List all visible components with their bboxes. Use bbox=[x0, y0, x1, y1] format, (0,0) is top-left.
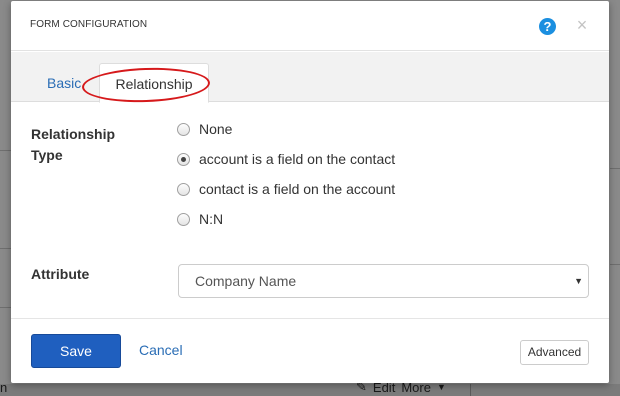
modal-header: FORM CONFIGURATION ? × bbox=[11, 1, 609, 51]
caret-down-icon: ▼ bbox=[436, 382, 446, 392]
advanced-button[interactable]: Advanced bbox=[520, 340, 589, 365]
radio-button-checked[interactable] bbox=[177, 152, 190, 166]
tab-bar: Basic Relationship bbox=[11, 52, 609, 103]
background-divider bbox=[610, 264, 620, 265]
form-configuration-dialog: FORM CONFIGURATION ? × Basic Relationshi… bbox=[11, 1, 609, 383]
radio-label: N:N bbox=[199, 211, 224, 227]
radio-option-none[interactable]: None bbox=[177, 121, 232, 137]
attribute-select[interactable]: Company Name ▼ bbox=[178, 264, 589, 298]
tab-basic[interactable]: Basic bbox=[47, 64, 81, 102]
cancel-button[interactable]: Cancel bbox=[139, 342, 183, 358]
radio-label: contact is a field on the account bbox=[199, 181, 396, 197]
relationship-type-label-line2: Type bbox=[31, 147, 63, 163]
attribute-label: Attribute bbox=[31, 266, 90, 282]
help-icon[interactable]: ? bbox=[539, 18, 556, 35]
save-button[interactable]: Save bbox=[31, 334, 121, 368]
relationship-type-label: Relationship Type bbox=[31, 124, 115, 166]
radio-option-contact-on-account[interactable]: contact is a field on the account bbox=[177, 181, 395, 197]
radio-option-account-on-contact[interactable]: account is a field on the contact bbox=[177, 151, 395, 167]
close-icon[interactable]: × bbox=[575, 15, 589, 35]
radio-option-nn[interactable]: N:N bbox=[177, 211, 223, 227]
radio-label: None bbox=[199, 121, 233, 137]
chevron-down-icon: ▼ bbox=[574, 276, 583, 286]
background-bottom-bar: n ✎ Edit More ▼ bbox=[0, 379, 620, 396]
attribute-select-value: Company Name bbox=[195, 273, 297, 289]
background-divider bbox=[610, 168, 620, 169]
radio-button[interactable] bbox=[177, 212, 190, 226]
radio-button[interactable] bbox=[177, 122, 190, 136]
background-text: n bbox=[0, 380, 8, 395]
tab-relationship[interactable]: Relationship bbox=[99, 63, 209, 103]
background-divider bbox=[470, 384, 471, 396]
footer-divider bbox=[11, 318, 609, 319]
modal-title: FORM CONFIGURATION bbox=[30, 19, 148, 30]
radio-button[interactable] bbox=[177, 182, 190, 196]
relationship-type-label-line1: Relationship bbox=[31, 126, 116, 142]
radio-label: account is a field on the contact bbox=[199, 151, 396, 167]
